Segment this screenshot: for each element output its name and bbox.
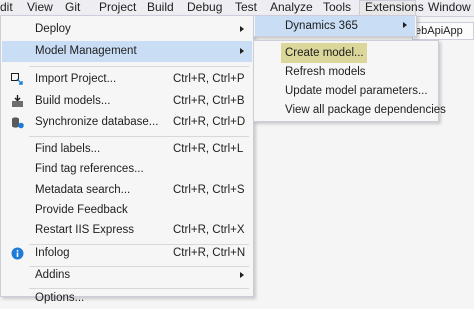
menu-item-label: Infolog xyxy=(35,247,70,259)
menu-item-label: Synchronize database... xyxy=(35,116,159,128)
menu-item-import-project[interactable]: Import Project... Ctrl+R, Ctrl+P xyxy=(2,69,252,90)
menu-item-model-management[interactable]: Model Management xyxy=(2,41,252,62)
menu-item-shortcut: Ctrl+R, Ctrl+P xyxy=(173,73,245,85)
menu-item-label: Provide Feedback xyxy=(35,204,128,216)
menu-item-refresh-models[interactable]: Refresh models xyxy=(255,63,437,82)
menu-item-shortcut: Ctrl+R, Ctrl+D xyxy=(173,116,246,128)
menu-item-options[interactable]: Options... xyxy=(2,288,252,309)
submenu-arrow-icon xyxy=(403,22,407,28)
submenu-arrow-icon xyxy=(240,272,244,278)
menu-item-shortcut: Ctrl+R, Ctrl+L xyxy=(173,143,244,155)
synchronize-database-icon xyxy=(12,117,24,129)
menu-item-label: Find tag references... xyxy=(35,163,144,175)
menu-item-provide-feedback[interactable]: Provide Feedback xyxy=(2,200,252,221)
menu-item-label: Find labels... xyxy=(35,143,101,155)
menu-item-restart-iis-express[interactable]: Restart IIS Express Ctrl+R, Ctrl+X xyxy=(2,220,252,241)
menu-analyze[interactable]: Analyze xyxy=(270,0,313,16)
menu-item-find-tag-references[interactable]: Find tag references... xyxy=(2,159,252,180)
menu-view[interactable]: View xyxy=(27,0,53,16)
submenu-arrow-icon xyxy=(240,26,244,32)
extensions-dynamics-menu: Deploy Model Management Import Project..… xyxy=(0,15,254,304)
menu-item-label: Restart IIS Express xyxy=(35,224,135,236)
menu-item-update-model-parameters[interactable]: Update model parameters... xyxy=(255,82,437,101)
menu-item-label: Model Management xyxy=(35,45,137,57)
background-document-tab[interactable]: ebApiApp xyxy=(412,22,474,40)
menu-tools[interactable]: Tools xyxy=(323,0,351,16)
menu-item-label: Addins xyxy=(35,269,71,281)
menu-separator xyxy=(29,136,249,137)
menu-item-shortcut: Ctrl+R, Ctrl+X xyxy=(173,224,245,236)
menu-item-label: Metadata search... xyxy=(35,184,131,196)
menu-item-view-package-dependencies[interactable]: View all package dependencies xyxy=(255,101,446,120)
import-project-icon xyxy=(11,73,23,85)
menu-item-addins[interactable]: Addins xyxy=(2,265,252,286)
menu-item-dynamics-365[interactable]: Dynamics 365 xyxy=(255,16,415,36)
menu-item-label: Deploy xyxy=(35,23,71,35)
menu-item-create-model[interactable]: Create model... xyxy=(255,43,437,63)
menu-test[interactable]: Test xyxy=(235,0,257,16)
menu-git[interactable]: Git xyxy=(65,0,80,16)
info-icon xyxy=(11,247,24,260)
menu-item-label: Import Project... xyxy=(35,73,117,85)
menu-item-label: Options... xyxy=(35,292,85,304)
menu-item-label: Refresh models xyxy=(285,66,366,78)
menu-extensions[interactable]: Extensions xyxy=(359,0,424,16)
submenu-arrow-icon xyxy=(240,48,244,54)
menu-item-label: Build models... xyxy=(35,95,111,107)
dynamics-365-submenu: Dynamics 365 xyxy=(253,15,417,37)
menu-item-metadata-search[interactable]: Metadata search... Ctrl+R, Ctrl+S xyxy=(2,180,252,201)
menu-build[interactable]: Build xyxy=(147,0,174,16)
menu-item-label: View all package dependencies xyxy=(285,104,446,116)
menu-item-build-models[interactable]: Build models... Ctrl+R, Ctrl+B xyxy=(2,91,252,112)
menu-window[interactable]: Window xyxy=(428,0,471,16)
menu-item-shortcut: Ctrl+R, Ctrl+N xyxy=(173,247,246,259)
menu-separator xyxy=(29,66,249,67)
menu-item-shortcut: Ctrl+R, Ctrl+B xyxy=(173,95,245,107)
menu-item-infolog[interactable]: Infolog Ctrl+R, Ctrl+N xyxy=(2,243,252,264)
menu-edit[interactable]: dit xyxy=(0,0,13,16)
menu-item-synchronize-database[interactable]: Synchronize database... Ctrl+R, Ctrl+D xyxy=(2,112,252,133)
menu-item-label: Update model parameters... xyxy=(285,85,428,97)
model-management-submenu: Create model... Refresh models Update mo… xyxy=(253,40,446,122)
menu-item-label: Create model... xyxy=(285,47,364,59)
menu-item-deploy[interactable]: Deploy xyxy=(2,19,252,40)
menu-item-shortcut: Ctrl+R, Ctrl+S xyxy=(173,184,245,196)
build-models-icon xyxy=(12,95,23,107)
menu-debug[interactable]: Debug xyxy=(187,0,222,16)
menu-project[interactable]: Project xyxy=(99,0,136,16)
menu-item-label: Dynamics 365 xyxy=(285,20,358,32)
menu-item-find-labels[interactable]: Find labels... Ctrl+R, Ctrl+L xyxy=(2,139,252,160)
